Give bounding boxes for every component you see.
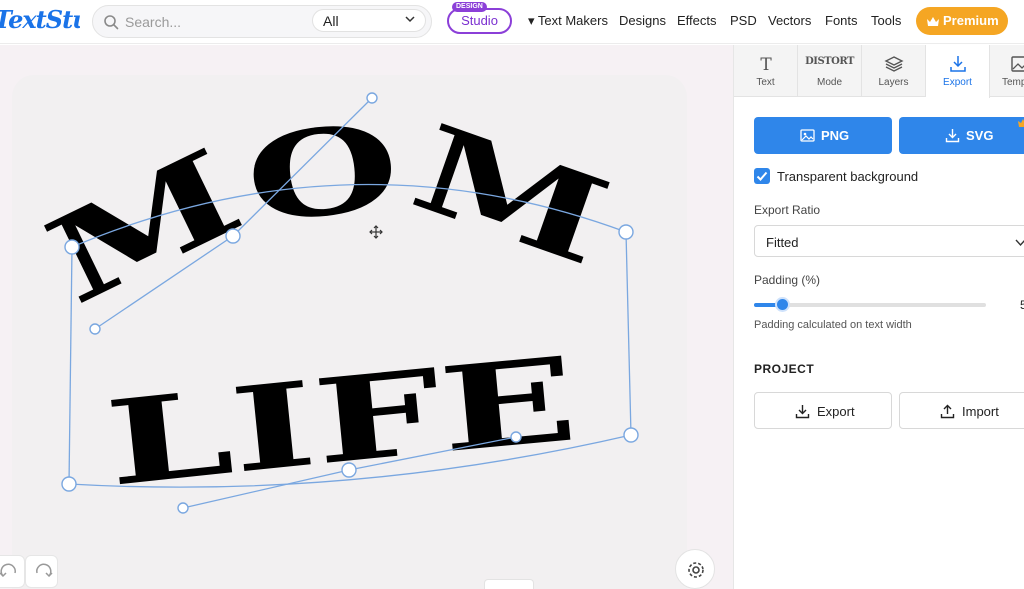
control-point-top-left[interactable] <box>89 323 101 335</box>
nav-tools[interactable]: Tools <box>871 13 901 28</box>
text-line-mom: MOM <box>26 96 625 332</box>
text-icon: T <box>760 55 772 74</box>
tab-templates[interactable]: Temp <box>990 45 1024 97</box>
tab-mode[interactable]: DISTORT Mode <box>798 45 862 97</box>
redo-button[interactable] <box>25 555 58 588</box>
premium-label: Premium <box>943 13 999 28</box>
search-input[interactable] <box>125 13 295 31</box>
padding-hint: Padding calculated on text width <box>754 319 912 331</box>
image-icon <box>800 129 815 142</box>
premium-button[interactable]: Premium <box>916 7 1008 35</box>
padding-label: Padding (%) <box>754 273 821 287</box>
transparent-background-checkbox[interactable] <box>754 168 770 184</box>
chevron-down-icon <box>1015 239 1024 247</box>
top-bar: TextStudio All Studio DESIGN ▾ Text Make… <box>0 0 1024 44</box>
nav-designs[interactable]: Designs <box>619 13 666 28</box>
project-section-title: PROJECT <box>754 362 815 376</box>
export-ratio-label: Export Ratio <box>754 203 821 217</box>
chevron-down-icon <box>405 16 415 23</box>
curve-handle-bottom[interactable] <box>341 462 357 478</box>
nav-effects[interactable]: Effects <box>677 13 717 28</box>
tab-export-label: Export <box>943 77 972 88</box>
distort-icon: DISTORT <box>805 56 854 67</box>
control-point-bottom-right[interactable] <box>510 431 522 443</box>
project-export-label: Export <box>817 404 855 419</box>
corner-handle-top-left[interactable] <box>64 239 80 255</box>
tab-text-label: Text <box>756 77 775 88</box>
nav-text-makers[interactable]: ▾ Text Makers <box>528 13 608 29</box>
tab-text[interactable]: T Text <box>734 45 798 97</box>
gear-icon <box>688 562 704 578</box>
tab-layers[interactable]: Layers <box>862 45 926 97</box>
padding-slider-thumb[interactable] <box>774 297 790 312</box>
checkmark-icon <box>756 171 768 181</box>
project-import-label: Import <box>962 404 999 419</box>
crown-icon <box>927 17 939 26</box>
canvas-settings-button[interactable] <box>675 549 715 589</box>
export-svg-label: SVG <box>966 128 994 143</box>
guide-right-edge <box>625 231 632 436</box>
tab-layers-label: Layers <box>878 77 909 88</box>
right-panel: T Text DISTORT Mode Layers Export Temp P… <box>733 45 1024 589</box>
redo-icon <box>36 563 53 578</box>
studio-tag: DESIGN <box>452 2 487 12</box>
download-icon <box>945 129 960 143</box>
download-icon <box>795 405 810 419</box>
download-icon <box>950 56 966 72</box>
logo-text: TextStudio <box>0 5 80 34</box>
nav-psd[interactable]: PSD <box>730 13 757 28</box>
control-point-top-right[interactable] <box>366 92 378 104</box>
tab-export[interactable]: Export <box>926 45 990 98</box>
search-icon <box>104 15 119 30</box>
category-select[interactable]: All <box>312 9 426 32</box>
canvas-area: MOM LIFE <box>0 45 733 589</box>
corner-handle-bottom-right[interactable] <box>623 427 639 443</box>
image-icon <box>1011 56 1024 72</box>
export-ratio-value: Fitted <box>766 235 799 250</box>
panel-tabs: T Text DISTORT Mode Layers Export Temp <box>734 45 1024 98</box>
undo-icon <box>0 563 16 578</box>
layers-icon <box>884 56 904 72</box>
category-select-value: All <box>323 13 339 29</box>
project-import-button[interactable]: Import <box>899 392 1024 429</box>
tab-mode-label: Mode <box>816 77 842 88</box>
upload-icon <box>940 404 955 419</box>
control-point-bottom-left[interactable] <box>177 502 189 514</box>
corner-handle-top-right[interactable] <box>618 224 634 240</box>
nav-vectors[interactable]: Vectors <box>768 13 811 28</box>
project-export-button[interactable]: Export <box>754 392 892 429</box>
corner-handle-bottom-left[interactable] <box>61 476 77 492</box>
export-png-label: PNG <box>821 128 850 143</box>
logo[interactable]: TextStudio <box>0 5 80 37</box>
nav-fonts[interactable]: Fonts <box>825 13 858 28</box>
export-ratio-select[interactable]: Fitted <box>754 225 1024 257</box>
padding-value: 5 <box>1020 298 1024 312</box>
bottom-drawer-handle[interactable] <box>484 579 534 589</box>
text-art[interactable]: MOM LIFE <box>0 45 733 589</box>
text-line-life: LIFE <box>100 331 582 512</box>
export-svg-button[interactable]: SVG <box>899 117 1024 154</box>
tab-templates-label: Temp <box>1002 77 1024 88</box>
premium-crown-icon <box>1018 119 1024 127</box>
export-png-button[interactable]: PNG <box>754 117 892 154</box>
transparent-background-label: Transparent background <box>777 169 919 184</box>
svg-text:T: T <box>760 55 772 74</box>
curve-handle-top[interactable] <box>225 228 241 244</box>
undo-button[interactable] <box>0 555 25 588</box>
